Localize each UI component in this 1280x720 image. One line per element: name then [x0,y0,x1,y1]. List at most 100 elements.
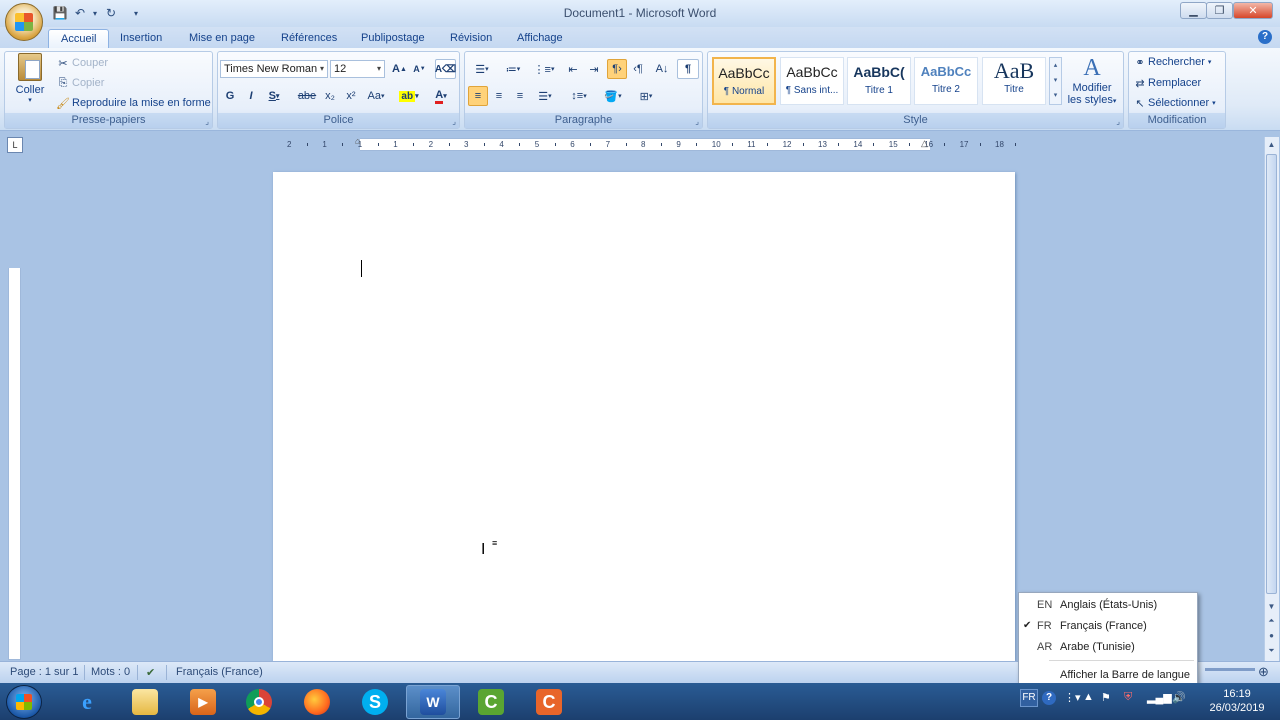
action-center-flag-icon[interactable]: ⚑ [1101,691,1111,704]
tab-mise-en-page[interactable]: Mise en page [177,29,267,48]
language-item-ar[interactable]: AR Arabe (Tunisie) [1019,637,1197,658]
office-button[interactable] [5,3,43,41]
strikethrough-button[interactable]: abe [295,86,319,106]
ltr-button[interactable]: ¶› [607,59,627,79]
input-options-icon[interactable]: ⋮▾ [1064,691,1081,704]
line-spacing-button[interactable]: ↕≡ ▾ [564,86,594,106]
find-button[interactable]: ⚭ Rechercher ▾ [1132,54,1211,70]
scroll-up-icon[interactable]: ▲ [1264,137,1279,153]
align-left-button[interactable]: ≡ [468,86,488,106]
save-icon[interactable]: 💾 [52,5,68,21]
language-indicator[interactable]: FR [1020,689,1038,707]
taskbar-chrome[interactable] [232,685,286,719]
rtl-button[interactable]: ‹¶ [628,59,648,79]
font-color-button[interactable]: A ▾ [426,86,456,106]
tab-revision[interactable]: Révision [438,29,504,48]
subscript-button[interactable]: x₂ [320,86,340,106]
underline-button[interactable]: S ▾ [262,86,286,106]
cut-button[interactable]: ✂ Couper [54,55,108,71]
taskbar-firefox[interactable] [290,685,344,719]
indent-marker-icon[interactable]: ⌂ [355,136,360,146]
taskbar-ie[interactable]: e [60,685,114,719]
taskbar-word[interactable]: W [406,685,460,719]
borders-button[interactable]: ⊞ ▾ [631,86,661,106]
proofing-icon[interactable]: ✔ [146,666,155,679]
scroll-thumb[interactable] [1266,154,1277,594]
style-titre[interactable]: AaB Titre [982,57,1046,105]
prev-page-icon[interactable]: ⏶ [1264,613,1279,629]
undo-icon[interactable]: ↶ [72,5,88,21]
italic-button[interactable]: I [241,86,261,106]
right-indent-marker-icon[interactable]: △ [921,138,928,149]
dialog-launcher-icon[interactable]: ⌟ [1116,117,1120,126]
align-center-button[interactable]: ≡ [489,86,509,106]
tab-affichage[interactable]: Affichage [505,29,575,48]
shading-button[interactable]: 🪣 ▾ [598,86,628,106]
paste-button[interactable]: Coller ▾ [12,53,48,111]
minimize-button[interactable]: ▁ [1180,2,1207,19]
close-button[interactable]: ✕ [1233,2,1273,19]
dialog-launcher-icon[interactable]: ⌟ [205,117,209,126]
help-tray-icon[interactable]: ? [1042,691,1056,705]
select-button[interactable]: ↖ Sélectionner ▾ [1132,95,1215,111]
align-right-button[interactable]: ≡ [510,86,530,106]
taskbar-skype[interactable]: S [348,685,402,719]
style-titre-2[interactable]: AaBbCc Titre 2 [914,57,978,105]
superscript-button[interactable]: x² [341,86,361,106]
bold-button[interactable]: G [220,86,240,106]
dialog-launcher-icon[interactable]: ⌟ [695,117,699,126]
customize-qat-icon[interactable]: ▾ [128,5,144,21]
style-titre-1[interactable]: AaBbC( Titre 1 [847,57,911,105]
taskbar-camtasia[interactable]: C [464,685,518,719]
tab-insertion[interactable]: Insertion [108,29,174,48]
security-icon[interactable]: ⛨ [1124,691,1132,704]
show-hidden-icons-icon[interactable]: ▲ [1083,691,1094,703]
taskbar-media-player[interactable]: ▶ [176,685,230,719]
highlight-button[interactable]: ab ▾ [394,86,424,106]
maximize-button[interactable]: ❐ [1206,2,1233,19]
word-count[interactable]: Mots : 0 [91,666,130,678]
clear-formatting-button[interactable]: A⌫ [435,59,456,79]
volume-icon[interactable]: 🔊 [1172,691,1186,704]
style-gallery-scroll[interactable]: ▴ ▾ ▾ [1049,57,1062,105]
format-painter-button[interactable]: 🖌 Reproduire la mise en forme [54,95,211,111]
numbering-button[interactable]: ≔ ▾ [499,59,527,79]
change-case-button[interactable]: Aa ▾ [363,86,389,106]
copy-button[interactable]: ⎘ Copier [54,75,105,91]
style-no-spacing[interactable]: AaBbCc ¶ Sans int... [780,57,844,105]
font-size-combo[interactable]: 12 ▾ [330,60,385,78]
justify-button[interactable]: ☰ ▾ [531,86,559,106]
language-item-en[interactable]: EN Anglais (États-Unis) [1019,595,1197,616]
decrease-indent-button[interactable]: ⇤ [563,59,583,79]
replace-button[interactable]: ⇄ Remplacer [1132,75,1201,91]
tab-selector[interactable]: L [7,137,23,153]
next-page-icon[interactable]: ⏷ [1264,643,1279,659]
help-icon[interactable]: ? [1258,30,1272,44]
dialog-launcher-icon[interactable]: ⌟ [452,117,456,126]
style-normal[interactable]: AaBbCc ¶ Normal [712,57,776,105]
increase-indent-button[interactable]: ⇥ [584,59,604,79]
show-marks-button[interactable]: ¶ [677,59,699,79]
font-name-combo[interactable]: Times New Roman ▾ [220,60,328,78]
taskbar-camtasia-recorder[interactable]: C [522,685,576,719]
page-count[interactable]: Page : 1 sur 1 [10,666,79,678]
sort-button[interactable]: A↓ [651,59,673,79]
language-item-fr[interactable]: ✔ FR Français (France) [1019,616,1197,637]
document-page[interactable] [273,172,1015,662]
tab-references[interactable]: Références [269,29,349,48]
shrink-font-button[interactable]: A ▼ [410,59,429,79]
browse-object-icon[interactable]: ● [1264,628,1279,644]
zoom-in-icon[interactable]: ⊕ [1258,664,1269,680]
language-status[interactable]: Français (France) [176,666,263,678]
start-button[interactable] [6,685,42,719]
undo-dropdown-icon[interactable]: ▾ [87,5,103,21]
grow-font-button[interactable]: A ▲ [390,59,409,79]
redo-icon[interactable]: ↻ [103,5,119,21]
multilevel-list-button[interactable]: ⋮≡ ▾ [530,59,558,79]
tab-accueil[interactable]: Accueil [48,29,110,48]
bullets-button[interactable]: ☰ ▾ [468,59,496,79]
clock[interactable]: 16:19 26/03/2019 [1205,687,1269,715]
tab-publipostage[interactable]: Publipostage [349,29,437,48]
network-icon[interactable]: ▂▄▆ [1147,691,1172,704]
taskbar-explorer[interactable] [118,685,172,719]
